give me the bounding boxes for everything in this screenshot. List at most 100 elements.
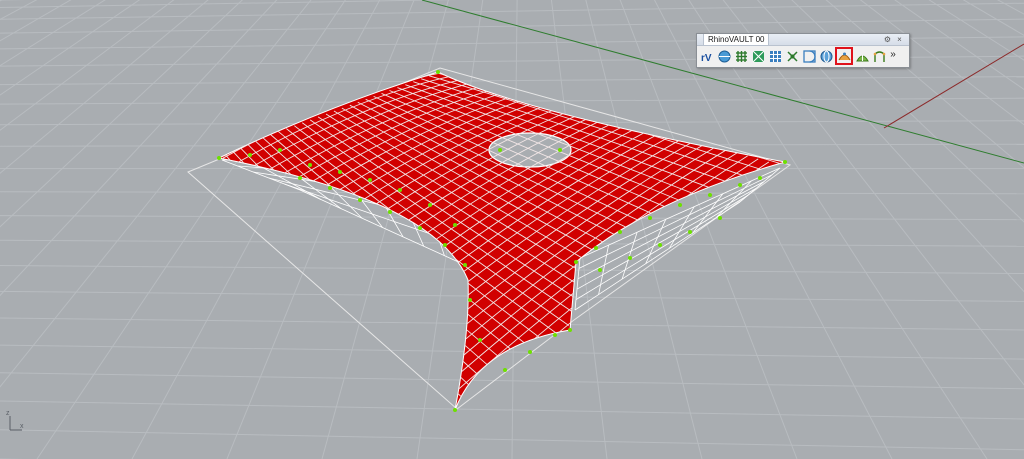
mesh-node xyxy=(688,230,692,234)
axis-label-z: z xyxy=(6,410,10,417)
diagonal-grid-icon xyxy=(752,50,764,62)
mesh-node xyxy=(738,183,742,187)
mesh-node xyxy=(217,156,221,160)
rect-grid-button[interactable] xyxy=(767,47,783,65)
grid-line xyxy=(554,0,1024,459)
hash-grid-button[interactable] xyxy=(733,47,749,65)
grid-line xyxy=(0,0,463,459)
mesh-node xyxy=(618,230,622,234)
node-cross-button[interactable] xyxy=(784,47,800,65)
perspective-viewport[interactable] xyxy=(0,0,1024,459)
diagonal-grid-button[interactable] xyxy=(750,47,766,65)
grid-line xyxy=(0,372,1024,390)
vault-form-button[interactable] xyxy=(854,47,870,65)
grid-line xyxy=(0,0,461,459)
mesh-node xyxy=(463,263,467,267)
mesh-node xyxy=(443,243,447,247)
grid-line xyxy=(552,0,1024,459)
grid-line xyxy=(0,0,448,459)
grid-line xyxy=(0,0,457,9)
sphere-grid-button[interactable] xyxy=(716,47,732,65)
grid-line xyxy=(590,0,1024,459)
mesh-node xyxy=(558,148,562,152)
network-edge xyxy=(621,232,638,280)
viewport-canvas[interactable] xyxy=(0,0,1024,459)
mesh-node xyxy=(308,163,312,167)
mesh-node xyxy=(478,338,482,342)
grid-line xyxy=(575,0,1024,459)
grid-line xyxy=(560,0,1024,459)
grid-line xyxy=(0,0,478,459)
grid-line xyxy=(0,0,472,459)
grid-line xyxy=(0,2,1024,20)
grid-line xyxy=(562,0,1024,459)
half-circle-icon xyxy=(802,49,816,63)
mesh-node xyxy=(498,148,502,152)
grid-line xyxy=(558,0,1024,459)
world-axes-indicator: z x xyxy=(4,410,26,436)
globe-button[interactable] xyxy=(818,47,834,65)
grid-line xyxy=(0,0,444,459)
toolbar-titlebar[interactable]: RhinoVAULT 00 ⚙ × xyxy=(697,34,909,46)
grid-line xyxy=(584,0,1024,459)
mesh-node xyxy=(453,223,457,227)
arch-support-button[interactable] xyxy=(871,47,887,65)
mesh-node xyxy=(418,226,422,230)
globe-icon xyxy=(820,50,832,62)
grid-line xyxy=(0,0,465,459)
grid-line xyxy=(0,0,106,67)
svg-text:rV: rV xyxy=(701,53,712,63)
axis-label-x: x xyxy=(20,423,24,430)
grid-line xyxy=(588,0,1024,459)
toolbar-tab[interactable]: RhinoVAULT 00 xyxy=(703,34,770,45)
grid-line xyxy=(0,0,488,459)
mesh-node xyxy=(468,298,472,302)
mesh-node xyxy=(328,186,332,190)
grid-line xyxy=(569,0,1024,459)
grid-line xyxy=(0,0,457,459)
mesh-node xyxy=(298,176,302,180)
grid-line xyxy=(0,0,450,459)
mesh-node xyxy=(568,328,572,332)
mesh-node xyxy=(338,170,342,174)
grid-line xyxy=(0,0,480,459)
mesh-node xyxy=(783,160,787,164)
rv-logo-button[interactable]: rV xyxy=(699,47,715,65)
toolbar-buttons: rV » xyxy=(699,47,898,65)
grid-line xyxy=(579,0,1024,459)
gear-icon[interactable]: ⚙ xyxy=(883,35,892,44)
hash-grid-icon xyxy=(735,50,747,62)
rhinovault-toolbar[interactable]: RhinoVAULT 00 ⚙ × rV » xyxy=(696,33,910,68)
mesh-node xyxy=(398,188,402,192)
grid-line xyxy=(0,0,446,459)
rv-logo-icon: rV xyxy=(701,53,712,63)
vault-shell xyxy=(217,71,786,411)
mesh-node xyxy=(648,216,652,220)
mesh-node xyxy=(708,193,712,197)
mesh-node xyxy=(428,203,432,207)
mesh-node xyxy=(368,178,372,182)
mesh-node xyxy=(758,176,762,180)
grid-line xyxy=(573,0,1024,459)
grid-line xyxy=(0,0,484,459)
grid-line xyxy=(0,0,476,459)
grid-line xyxy=(586,0,1024,459)
overflow-chevron-icon[interactable]: » xyxy=(888,47,898,65)
sphere-grid-icon xyxy=(718,50,730,62)
mesh-node xyxy=(594,246,598,250)
grid-line xyxy=(564,0,1024,459)
vault-relax-button[interactable] xyxy=(835,47,853,65)
grid-line xyxy=(0,18,1024,34)
arch-support-icon xyxy=(873,50,885,62)
mesh-node xyxy=(718,216,722,220)
grid-line xyxy=(0,0,459,459)
half-circle-button[interactable] xyxy=(801,47,817,65)
mesh-node xyxy=(436,70,440,74)
close-icon[interactable]: × xyxy=(895,35,904,44)
node-cross-icon xyxy=(786,50,798,62)
grid-line xyxy=(583,0,1024,459)
grid-line xyxy=(592,0,1024,459)
mesh-node xyxy=(678,203,682,207)
mesh-node xyxy=(658,243,662,247)
grid-line xyxy=(556,0,1024,459)
